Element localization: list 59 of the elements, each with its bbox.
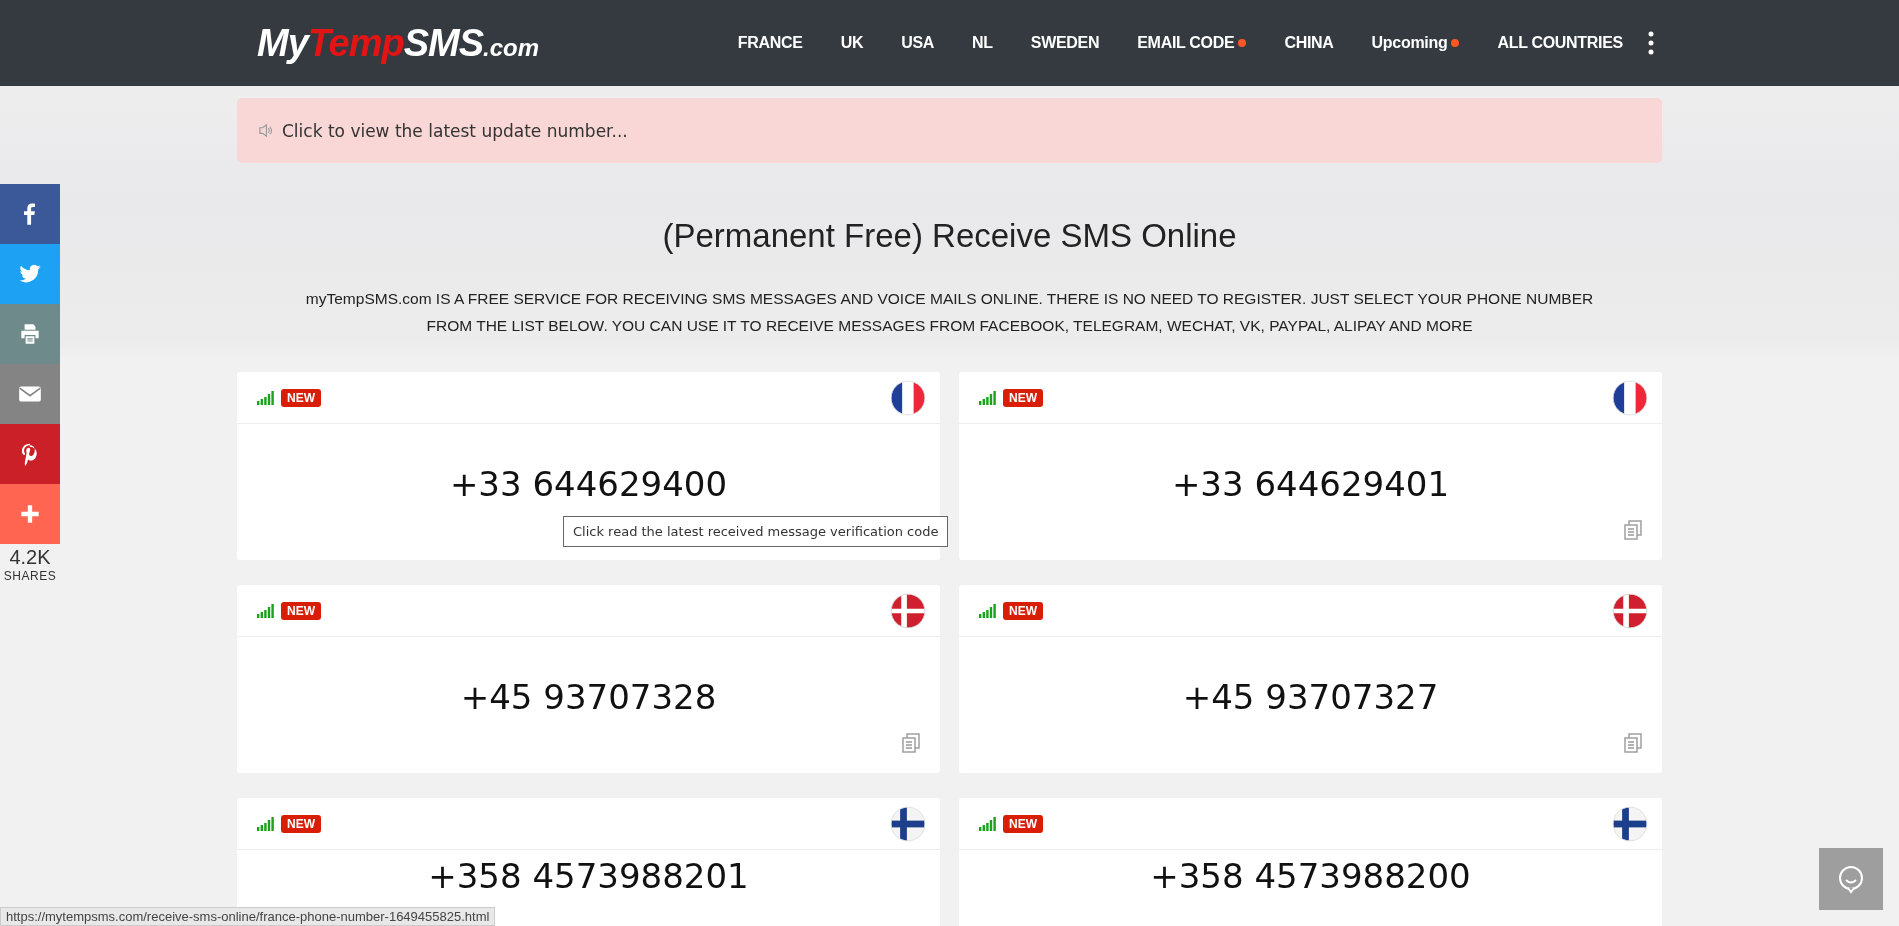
nav-link[interactable]: ALL COUNTRIES (1478, 34, 1642, 52)
share-button[interactable] (0, 424, 60, 484)
share-button[interactable] (0, 184, 60, 244)
new-badge: NEW (1003, 814, 1043, 833)
signal-icon (979, 816, 997, 831)
flag-icon (1612, 379, 1648, 416)
share-button[interactable] (0, 484, 60, 544)
share-count: 4.2K (9, 546, 51, 569)
share-button[interactable] (0, 364, 60, 424)
signal-icon (257, 603, 275, 618)
nav-link[interactable]: USA (882, 34, 954, 52)
notice-banner[interactable]: Click to view the latest update number... (237, 98, 1662, 163)
signal-icon (257, 390, 275, 405)
nav-link[interactable]: EMAIL CODE (1118, 34, 1266, 52)
chat-button[interactable] (1819, 848, 1883, 910)
speaker-icon (258, 123, 273, 138)
nav-link[interactable]: NL (953, 34, 1012, 52)
phone-number: +358 4573988201 (428, 856, 749, 898)
phone-number: +45 93707327 (1182, 677, 1439, 719)
phone-number: +358 4573988200 (1150, 856, 1471, 898)
nav-link[interactable]: FRANCE (718, 34, 822, 52)
phone-number: +45 93707328 (460, 677, 717, 719)
nav-link[interactable]: Upcoming (1352, 34, 1479, 52)
number-card[interactable]: NEW +45 93707327 (959, 585, 1662, 773)
copy-icon[interactable] (1624, 520, 1642, 540)
tooltip: Click read the latest received message verification code (563, 516, 949, 547)
nav-link[interactable]: UK (821, 34, 883, 52)
nav-link[interactable]: CHINA (1265, 34, 1353, 52)
signal-icon (979, 390, 997, 405)
flag-icon (890, 805, 926, 842)
phone-number: +33 644629401 (1171, 464, 1450, 506)
flag-icon (890, 379, 926, 416)
chat-icon (1836, 864, 1866, 894)
flag-icon (1612, 592, 1648, 629)
flag-icon (1612, 805, 1648, 842)
share-button[interactable] (0, 304, 60, 364)
flag-icon (890, 592, 926, 629)
status-bar-url: https://mytempsms.com/receive-sms-online/france-phone-number-1649455825.html (0, 907, 496, 926)
logo[interactable]: MyTempSMS.com (257, 21, 540, 65)
number-card[interactable]: NEW +33 644629401 (959, 372, 1662, 560)
number-card[interactable]: NEW +45 93707328 (237, 585, 940, 773)
nav-link[interactable]: SWEDEN (1011, 34, 1119, 52)
share-button[interactable] (0, 244, 60, 304)
notice-text: Click to view the latest update number... (282, 120, 628, 141)
copy-icon[interactable] (1624, 733, 1642, 753)
new-badge: NEW (281, 814, 321, 833)
shares-label: SHARES (3, 569, 57, 583)
new-badge: NEW (1003, 388, 1043, 407)
new-badge: NEW (281, 601, 321, 620)
copy-icon[interactable] (902, 733, 920, 753)
new-badge: NEW (281, 388, 321, 407)
signal-icon (979, 603, 997, 618)
new-badge: NEW (1003, 601, 1043, 620)
more-menu-icon[interactable] (1648, 31, 1654, 55)
page-title: (Permanent Free) Receive SMS Online (661, 217, 1238, 255)
phone-number: +33 644629400 (449, 464, 728, 506)
number-card[interactable]: NEW +358 4573988200 (959, 798, 1662, 926)
description-text: myTempSMS.com IS A FREE SERVICE FOR RECEIVING SMS MESSAGES AND VOICE MAILS ONLINE. THERE IS NO NEED TO REGISTER. JUST SELECT YOUR PHONE NUMBER FROM THE LIST BELOW. YOU CAN USE IT TO RECEIVE MESSAGES FROM FACEBOOK, TELEGRAM, WECHAT, VK, PAYPAL, ALIPAY AND MORE (304, 289, 1595, 336)
signal-icon (257, 816, 275, 831)
